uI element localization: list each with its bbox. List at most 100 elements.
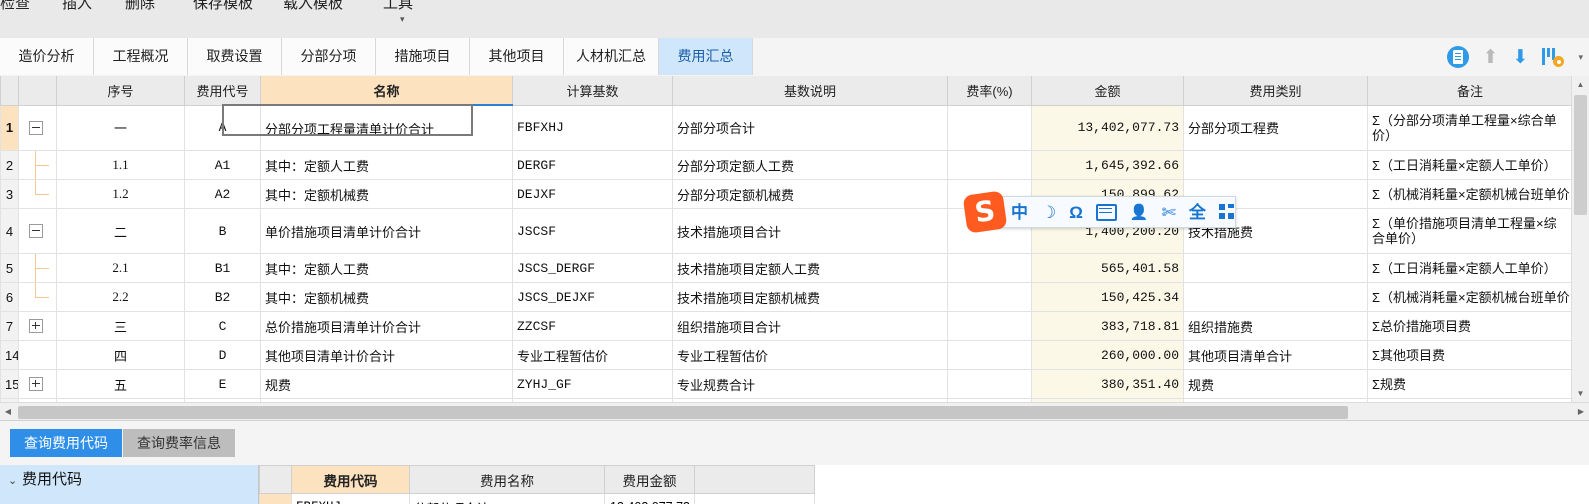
document-icon[interactable] [1446,46,1469,68]
tree-toggle-cell[interactable] [18,179,57,209]
cell-sequence[interactable]: 1.1 [56,150,185,180]
cell-remark[interactable]: Σ（单价措施项目清单工程量×综合单价） [1367,208,1573,254]
cell-base-desc[interactable]: 技术措施项目定额人工费 [672,253,948,283]
col-amount[interactable]: 金额 [1031,76,1184,106]
cell-calc-base[interactable]: DERGF [512,150,673,180]
col-xh[interactable]: 序号 [56,76,185,106]
tab-2[interactable]: 取费设置 [188,38,282,75]
cell-amount[interactable]: 150,425.34 [1031,282,1184,312]
cell-base-desc[interactable]: 组织措施项目合计 [672,311,948,341]
scroll-right-icon[interactable]: ▶ [1573,403,1589,421]
cell-calc-base[interactable]: FBFXHJ [512,104,673,151]
cell-base-desc[interactable]: 专业规费合计 [672,369,948,399]
cell-calc-base[interactable]: JSCS_DEJXF [512,282,673,312]
cell-amount[interactable]: 380,351.40 [1031,369,1184,399]
cell-calc-base[interactable]: JSCSF [512,208,673,254]
bottom-tab-0[interactable]: 查询费用代码 [10,429,122,457]
sogou-logo-icon[interactable]: S [962,190,1008,234]
scroll-down-icon[interactable]: ▼ [1572,385,1589,402]
cell-rate[interactable] [947,104,1032,151]
cell-fee-category[interactable]: 规费 [1183,369,1368,399]
cell-name[interactable]: 总价措施项目清单计价合计 [260,311,513,341]
cell-amount[interactable]: 13,402,077.73 [1031,104,1184,151]
cell-fee-code[interactable]: A2 [184,179,261,209]
col-jssm[interactable]: 基数说明 [672,76,948,106]
cell-name[interactable]: 其他项目清单计价合计 [260,340,513,370]
chevron-down-icon[interactable]: ▾ [1578,52,1583,63]
cell-sequence[interactable]: 2.2 [56,282,185,312]
tree-toggle-cell[interactable] [18,369,57,399]
col-code[interactable]: 费用代号 [184,76,261,106]
cell-fee-code[interactable]: B1 [184,253,261,283]
cell-sequence[interactable]: 二 [56,208,185,254]
cell-base-desc[interactable]: 专业工程暂估价 [672,340,948,370]
tree-toggle-cell[interactable] [18,282,57,312]
cell-rate[interactable] [947,150,1032,180]
cell-rate[interactable] [947,282,1032,312]
cell-sequence[interactable]: 四 [56,340,185,370]
bottom-col-code[interactable]: 费用代码 [291,465,410,494]
cell-remark[interactable]: Σ规费 [1367,369,1573,399]
tree-toggle-cell[interactable] [18,253,57,283]
cell-rate[interactable] [947,311,1032,341]
cell-base-desc[interactable]: 分部分项定额人工费 [672,150,948,180]
cell-base-desc[interactable]: 分部分项定额机械费 [672,179,948,209]
fee-code-tree[interactable]: ⌄ 费用代码 [0,465,259,504]
table-row[interactable]: 7 三 C 总价措施项目清单计价合计 ZZCSF 组织措施项目合计 383,718.81 组织… [0,311,1573,341]
cell-remark[interactable]: Σ（机械消耗量×定额机械台班单价 [1367,179,1573,209]
ime-chinese-mode-icon[interactable]: 中 [1011,204,1028,221]
cell-fee-code[interactable]: B [184,208,261,254]
expand-expander-icon[interactable] [29,319,43,333]
cell-rate[interactable] [947,340,1032,370]
tree-toggle-cell[interactable] [18,104,57,151]
cell-amount[interactable]: 383,718.81 [1031,311,1184,341]
cell-name[interactable]: 其中：定额人工费 [260,150,513,180]
cell-fee-code[interactable]: A1 [184,150,261,180]
collapse-expander-icon[interactable] [29,120,43,135]
tree-toggle-cell[interactable] [18,340,57,370]
cell-name[interactable]: 其中：定额机械费 [260,282,513,312]
cell-amount[interactable]: 260,000.00 [1031,340,1184,370]
tab-3[interactable]: 分部分项 [282,38,376,75]
cell-calc-base[interactable]: DEJXF [512,179,673,209]
table-row[interactable]: 2 1.1 A1 其中：定额人工费 DERGF 分部分项定额人工费 1,645,392.66… [0,150,1573,180]
cell-sequence[interactable]: 三 [56,311,185,341]
ime-symbol-icon[interactable]: Ω [1069,204,1083,221]
tab-1[interactable]: 工程概况 [94,38,188,75]
cell-fee-code[interactable]: D [184,340,261,370]
cell-fee-category[interactable]: 其他项目清单合计 [1183,340,1368,370]
cell-sequence[interactable]: 1.2 [56,179,185,209]
filter-settings-icon[interactable] [1542,47,1565,67]
ime-fullwidth-icon[interactable]: 全 [1189,204,1206,221]
col-jsjs[interactable]: 计算基数 [512,76,673,106]
cell-fee-code[interactable]: B2 [184,282,261,312]
grid-horizontal-scrollbar[interactable]: ◀ ▶ [0,402,1589,421]
tree-toggle-cell[interactable] [18,311,57,341]
menu-item-insert[interactable]: 插入 [62,0,92,13]
tab-0[interactable]: 造价分析 [0,38,94,75]
fee-code-result-grid[interactable]: 费用代码 费用名称 费用金额 FBFXHJ 分部分项合计 13,402,077.… [259,465,1589,504]
cell-name[interactable]: 其中：定额人工费 [260,253,513,283]
tab-5[interactable]: 其他项目 [470,38,564,75]
tree-toggle-cell[interactable] [18,150,57,180]
tab-7[interactable]: 费用汇总 [659,38,753,75]
cell-sequence[interactable]: 一 [56,104,185,151]
cell-sequence[interactable]: 2.1 [56,253,185,283]
bottom-col-name[interactable]: 费用名称 [409,465,605,494]
cell-name[interactable]: 分部分项工程量清单计价合计 [260,104,513,151]
keyboard-icon[interactable] [1095,203,1117,221]
cell-name[interactable]: 其中：定额机械费 [260,179,513,209]
bottom-col-amount[interactable]: 费用金额 [604,465,695,494]
scroll-up-icon[interactable]: ▲ [1572,76,1589,93]
cell-fee-category[interactable] [1183,282,1368,312]
tab-4[interactable]: 措施项目 [376,38,470,75]
bottom-cell-code[interactable]: FBFXHJ [291,493,410,504]
cell-calc-base[interactable]: ZYHJ_GF [512,369,673,399]
cell-base-desc[interactable]: 分部分项合计 [672,104,948,151]
cell-sequence[interactable]: 五 [56,369,185,399]
cell-calc-base[interactable]: 专业工程暂估价 [512,340,673,370]
cell-rate[interactable] [947,369,1032,399]
cell-remark[interactable]: Σ（工日消耗量×定额人工单价） [1367,253,1573,283]
cell-fee-category[interactable] [1183,150,1368,180]
cell-fee-category[interactable]: 分部分项工程费 [1183,104,1368,151]
